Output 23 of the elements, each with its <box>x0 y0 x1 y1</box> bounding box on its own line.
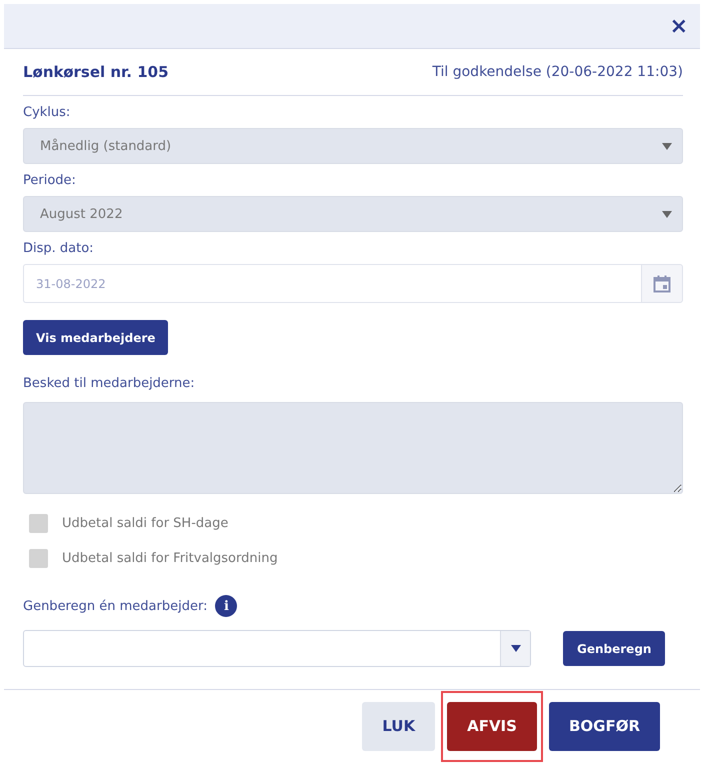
calendar-icon <box>653 274 671 292</box>
status-text: Til godkendelse (20-06-2022 11:03) <box>432 64 683 80</box>
footer-button[interactable]: LUK <box>362 702 436 750</box>
caret-icon <box>662 210 672 218</box>
footer-button[interactable]: BOGFØR <box>548 702 660 750</box>
field-label: Cyklus: <box>23 105 72 120</box>
field-label: Disp. dato: <box>23 241 95 256</box>
show-employees-button[interactable]: Vis medarbejdere <box>23 320 168 355</box>
caret-icon <box>662 142 672 150</box>
field-label: Besked til medarbejderne: <box>23 376 196 391</box>
info-icon[interactable]: i <box>215 595 238 617</box>
checkbox-label: Udbetal saldi for Fritvalgsordning <box>62 551 278 566</box>
date-field[interactable]: 31-08-2022 <box>23 264 641 303</box>
caret-icon <box>510 645 520 652</box>
field-label: Genberegn én medarbejder: <box>23 599 208 614</box>
employee-select[interactable] <box>23 630 531 667</box>
dialog-title: Lønkørsel nr. 105 <box>23 63 169 81</box>
calendar-button[interactable] <box>641 264 683 303</box>
field-label: Periode: <box>23 173 77 188</box>
close-button[interactable]: × <box>666 14 692 38</box>
checkbox-label: Udbetal saldi for SH-dage <box>62 516 228 531</box>
recalculate-button[interactable]: Genberegn <box>563 631 666 666</box>
footer-button[interactable]: AFVIS <box>447 702 537 750</box>
